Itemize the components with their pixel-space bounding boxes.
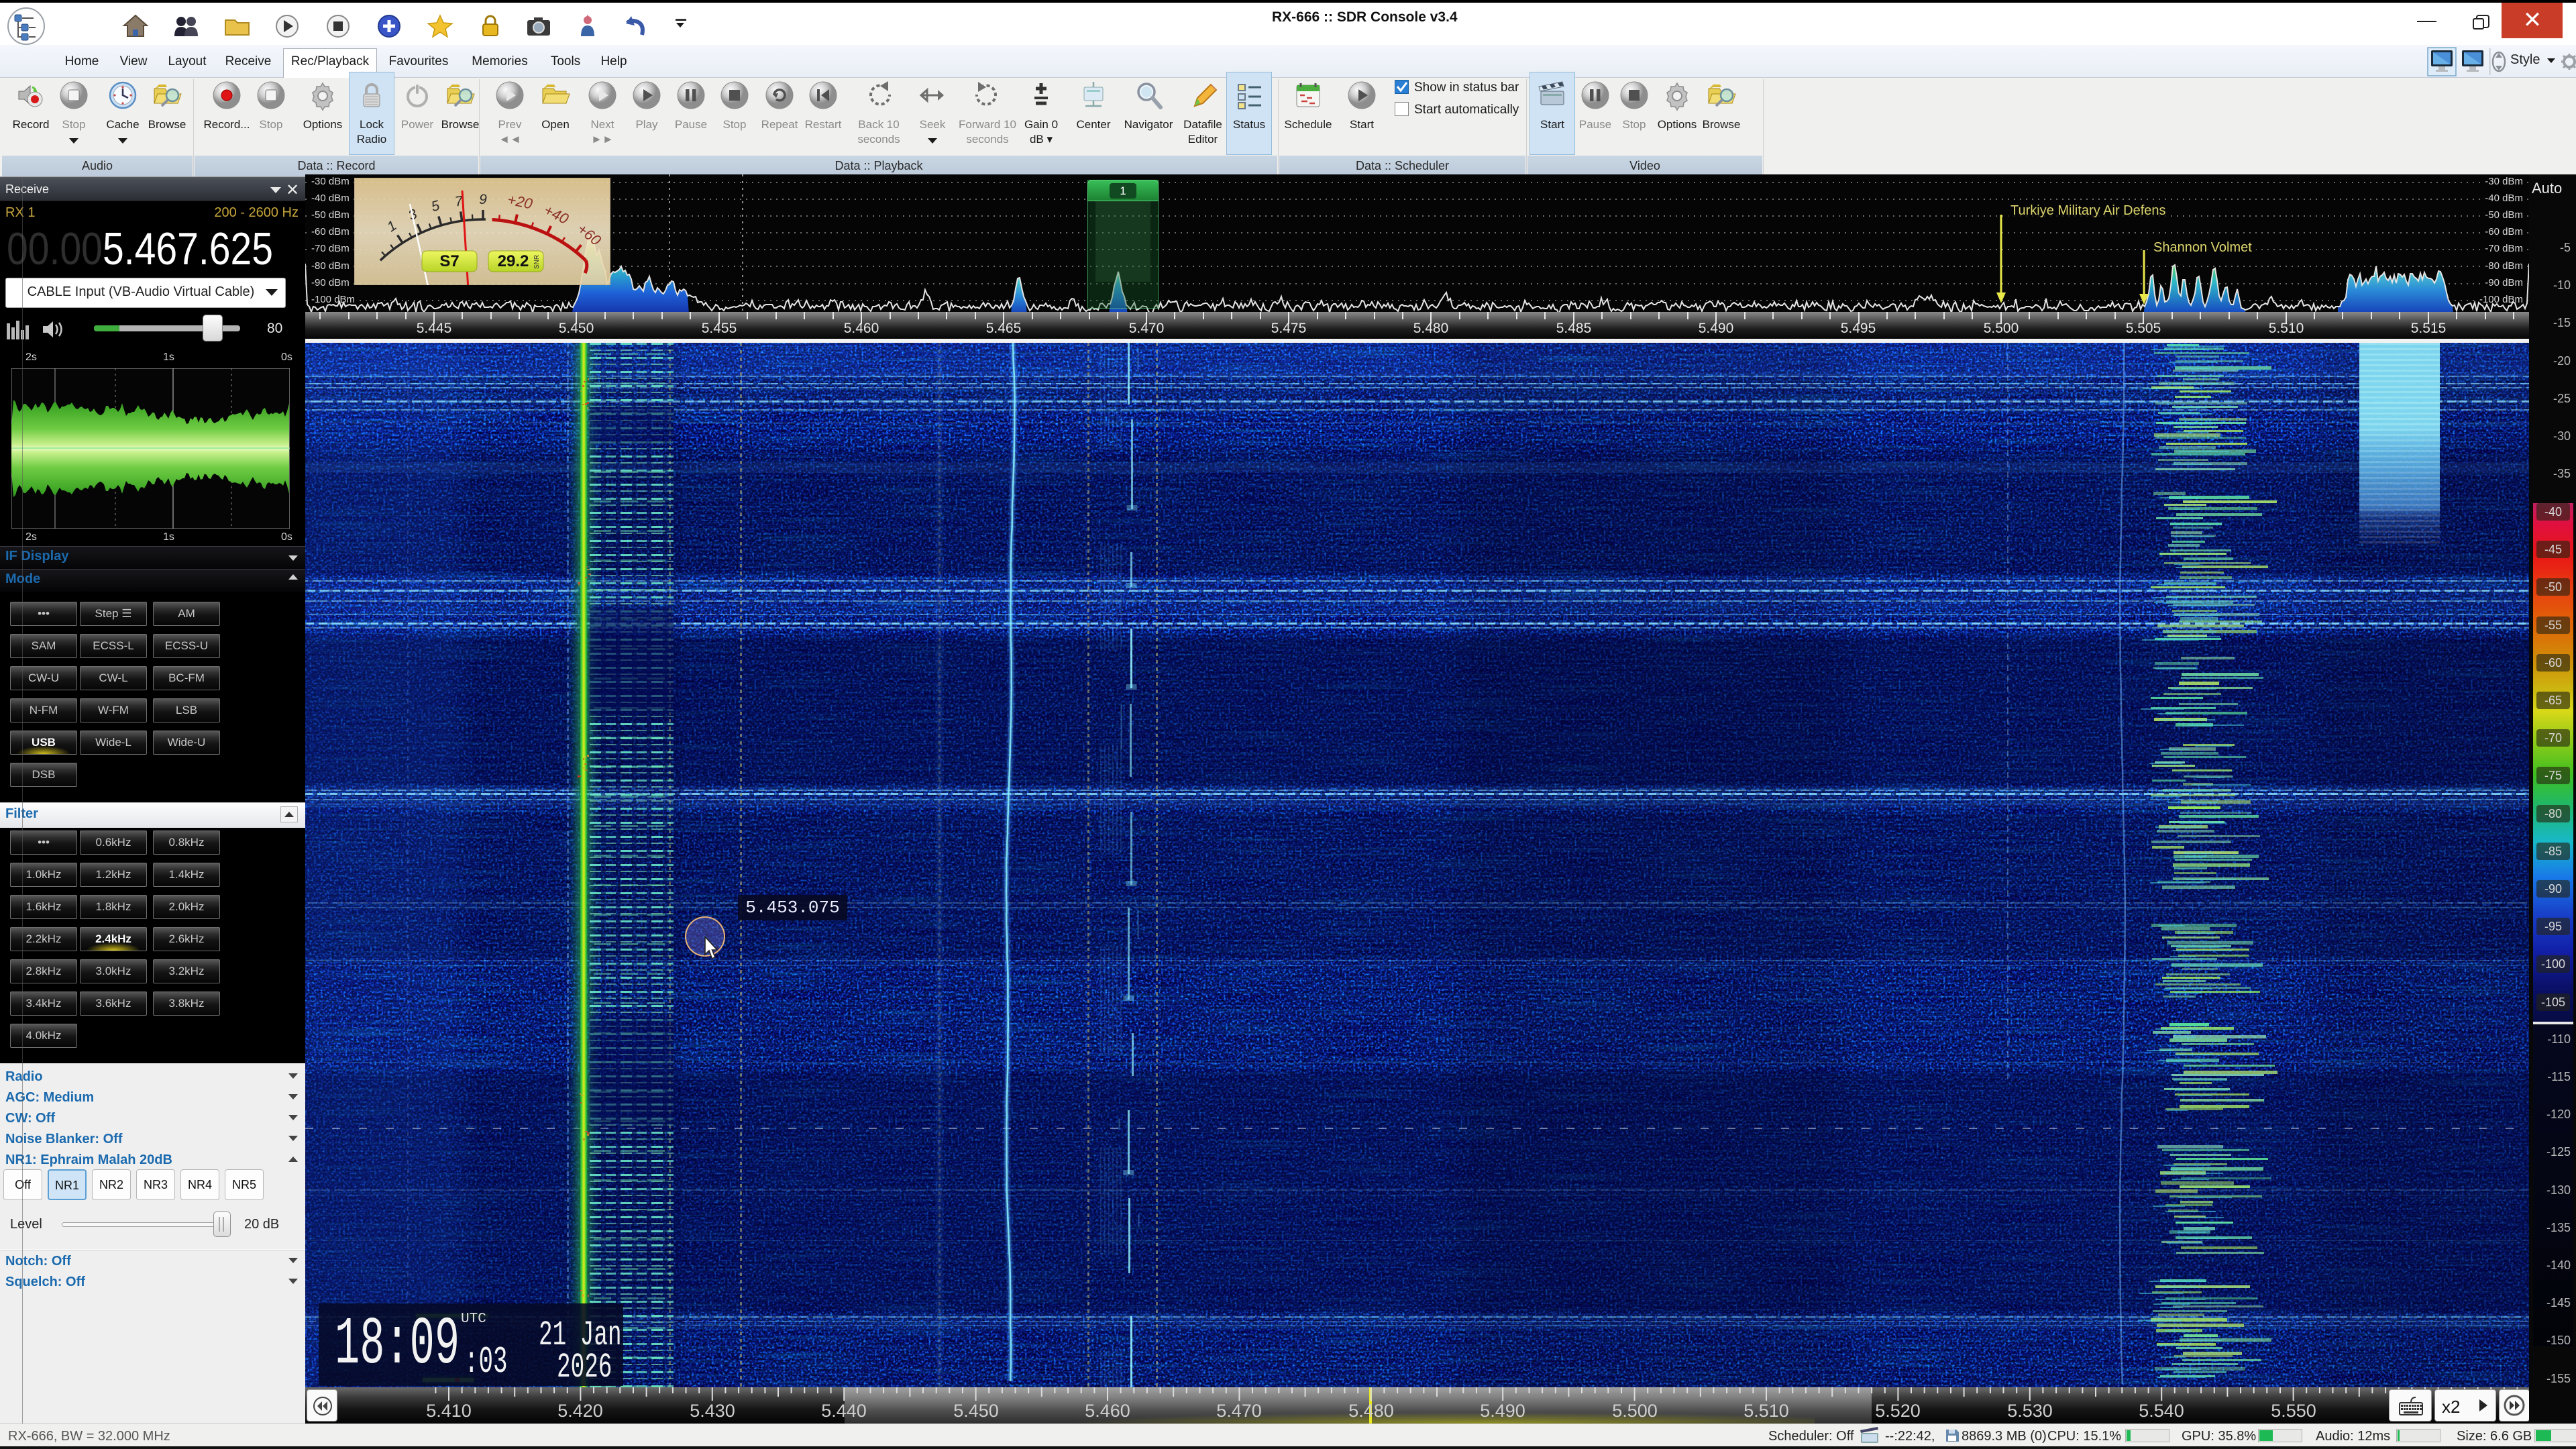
svg-text:9: 9 [479, 192, 487, 207]
svg-text:SNR: SNR [533, 255, 541, 269]
svg-text:S7: S7 [439, 252, 459, 270]
svg-text:29.2: 29.2 [498, 252, 529, 270]
